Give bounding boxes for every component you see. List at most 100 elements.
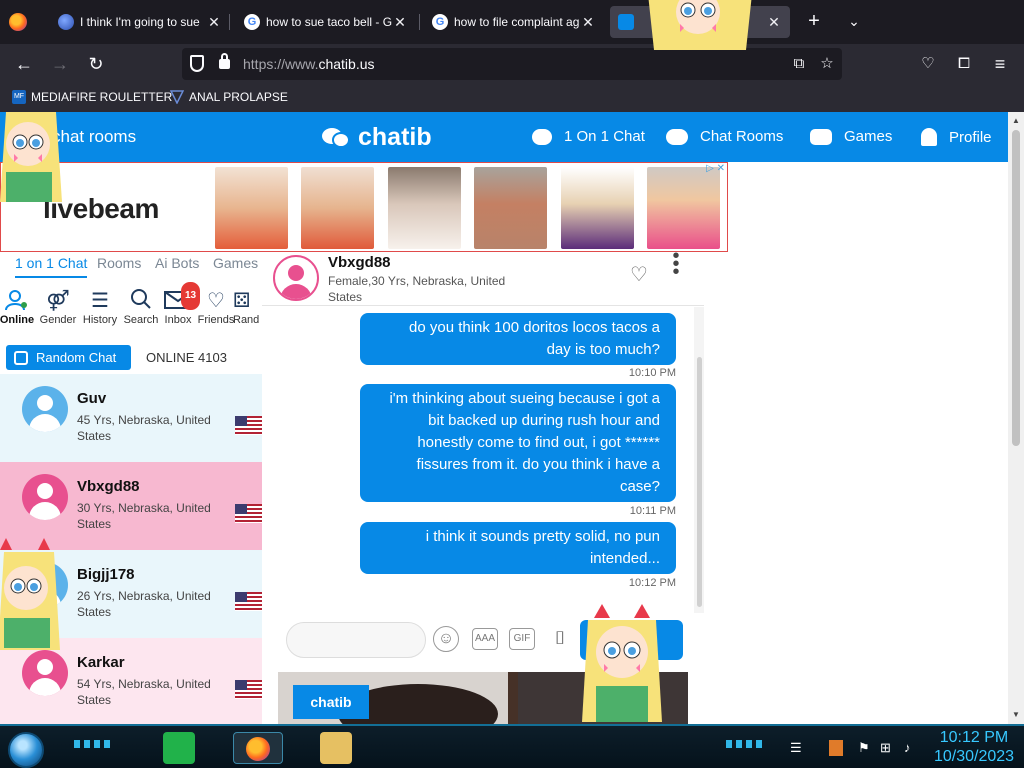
page-scrollbar[interactable]: ▲ ▼	[1008, 112, 1024, 724]
file-explorer-icon[interactable]	[320, 732, 352, 764]
clock-time: 10:12 PM	[939, 729, 1009, 746]
history-button[interactable]: ☰ History	[77, 288, 123, 326]
bookmark-star-icon[interactable]: ☆	[818, 56, 836, 72]
us-flag-icon	[235, 416, 262, 435]
emoji-icon[interactable]: ☺	[433, 626, 459, 652]
tab-ai-bots[interactable]: Ai Bots	[155, 255, 199, 271]
user-meta: 45 Yrs, Nebraska, United States	[77, 413, 211, 443]
tab-rooms[interactable]: Rooms	[97, 255, 141, 271]
firefox-taskbar-button[interactable]	[233, 732, 283, 764]
pocket-icon[interactable]: ♡	[916, 52, 940, 76]
scrollbar-thumb[interactable]	[1012, 130, 1020, 446]
list-all-tabs-icon[interactable]: ⌄	[843, 10, 865, 32]
browser-tab-2[interactable]: G how to sue taco bell - Go ✕	[236, 6, 416, 38]
close-tab-icon[interactable]: ✕	[206, 14, 222, 31]
cartoon-sticker	[0, 538, 60, 650]
nav-chat-rooms[interactable]: Chat Rooms	[666, 128, 783, 145]
bookmark-page-icon	[169, 90, 185, 105]
tracking-protection-shield-icon[interactable]	[190, 55, 204, 72]
more-options-icon[interactable]: • • •	[671, 246, 681, 282]
flag-icon[interactable]: ⚑	[858, 740, 870, 756]
back-arrow-icon[interactable]: ←	[12, 52, 36, 76]
badge-text: chatib	[310, 694, 352, 710]
icon-label: History	[82, 314, 118, 326]
clock-date: 10/30/2023	[933, 748, 1015, 765]
scroll-up-arrow-icon[interactable]: ▲	[1011, 116, 1021, 126]
tab-one-on-one-chat[interactable]: 1 on 1 Chat	[15, 255, 88, 278]
gender-button[interactable]: ⚤ Gender	[35, 288, 81, 326]
nav-profile[interactable]: Profile	[921, 128, 992, 146]
bookmark-mediafire[interactable]: MF MEDIAFIRE ROULETTER	[12, 90, 172, 104]
partner-avatar[interactable]	[273, 255, 319, 301]
extensions-puzzle-icon[interactable]: ⧠	[952, 52, 976, 76]
lock-icon[interactable]	[219, 53, 230, 69]
browser-tab-3[interactable]: G how to file complaint ag ✕	[424, 6, 604, 38]
gamepad-icon	[810, 128, 832, 145]
message-time: 10:11 PM	[629, 505, 676, 517]
google-icon: G	[432, 14, 448, 30]
tab-games[interactable]: Games	[213, 255, 258, 271]
message-scrollbar[interactable]	[694, 307, 704, 613]
icon-label: Rand	[233, 314, 260, 326]
online-button[interactable]: Online	[0, 288, 40, 326]
message-bubble: i think it sounds pretty solid, no pun i…	[360, 522, 676, 574]
add-favorite-heart-icon[interactable]: ♡	[630, 262, 648, 287]
message-time: 10:12 PM	[628, 577, 676, 589]
forward-arrow-icon[interactable]: →	[48, 52, 72, 76]
firefox-menu-icon[interactable]	[9, 13, 27, 31]
user-list-item[interactable]: Guv 45 Yrs, Nebraska, United States	[0, 374, 262, 462]
video-chatib-badge: chatib	[293, 685, 369, 719]
taskbar-decoration	[74, 740, 114, 748]
dice-icon	[14, 350, 28, 365]
user-name: Vbxgd88	[77, 478, 140, 495]
advertisement-banner[interactable]: livebeam ▷ ✕	[0, 162, 728, 252]
nav-games[interactable]: Games	[810, 128, 892, 145]
firefox-icon	[246, 737, 270, 761]
left-tab-bar: 1 on 1 Chat Rooms Ai Bots Games	[0, 252, 262, 284]
chatib-logo[interactable]: chatib	[322, 123, 432, 152]
nav-one-on-one-chat[interactable]: 1 On 1 Chat	[532, 128, 645, 145]
volume-icon[interactable]: ♪	[904, 740, 911, 755]
start-button[interactable]	[8, 732, 44, 768]
partner-name[interactable]: Vbxgd88	[328, 254, 391, 271]
tray-app-icon[interactable]	[829, 740, 843, 756]
close-tab-icon[interactable]: ✕	[580, 14, 596, 31]
picture-in-picture-icon[interactable]: ⧉	[790, 56, 808, 72]
close-tab-icon[interactable]: ✕	[766, 14, 782, 31]
chat-bubbles-icon	[666, 128, 688, 145]
user-meta: 30 Yrs, Nebraska, United States	[77, 501, 211, 531]
ad-choices-icon[interactable]: ▷ ✕	[706, 163, 725, 174]
message-input[interactable]	[286, 622, 426, 658]
url-bar[interactable]: https://www.chatib.us ⧉ ☆	[182, 48, 842, 80]
bookmark-folder-2[interactable]: ANAL PROLAPSE	[169, 90, 288, 105]
taskbar-clock[interactable]: 10:12 PM 10/30/2023	[926, 728, 1022, 766]
random-button[interactable]: ⚄ Rand	[233, 288, 263, 326]
avatar-male	[22, 386, 68, 432]
ad-photo	[301, 167, 374, 249]
web-page: chat rooms chatib 1 On 1 Chat Chat Rooms…	[0, 112, 1008, 724]
scroll-down-arrow-icon[interactable]: ▼	[1011, 710, 1021, 720]
random-chat-button[interactable]: Random Chat	[6, 345, 131, 370]
notes-app-icon[interactable]	[163, 732, 195, 764]
close-tab-icon[interactable]: ✕	[392, 14, 408, 31]
gif-button[interactable]: GIF	[509, 628, 535, 650]
reload-icon[interactable]: ↻	[84, 52, 108, 76]
dice-icon: ⚄	[233, 290, 251, 312]
tab-title: I think I'm going to sue	[80, 15, 200, 29]
show-desktop-icon[interactable]: ☰	[790, 740, 802, 756]
url-text[interactable]: https://www.chatib.us	[243, 56, 375, 72]
message-list: do you think 100 doritos locos tacos a d…	[262, 307, 704, 613]
camera-icon[interactable]: ⌷	[546, 628, 574, 650]
ad-photo	[215, 167, 288, 249]
chat-bubble-icon	[532, 128, 552, 145]
os-taskbar: ☰ ⚑ ⊞ ♪ 10:12 PM 10/30/2023	[0, 724, 1024, 768]
network-icon[interactable]: ⊞	[880, 740, 891, 756]
hamburger-menu-icon[interactable]: ≡	[988, 52, 1012, 76]
random-chat-row: Random Chat ONLINE 4103	[6, 345, 262, 371]
avatar-female	[22, 650, 68, 696]
browser-tab-1[interactable]: I think I'm going to sue ✕	[50, 6, 230, 38]
us-flag-icon	[235, 680, 262, 699]
profile-user-icon	[921, 128, 937, 146]
new-tab-button[interactable]: +	[803, 10, 825, 32]
font-style-button[interactable]: AAA	[472, 628, 498, 650]
